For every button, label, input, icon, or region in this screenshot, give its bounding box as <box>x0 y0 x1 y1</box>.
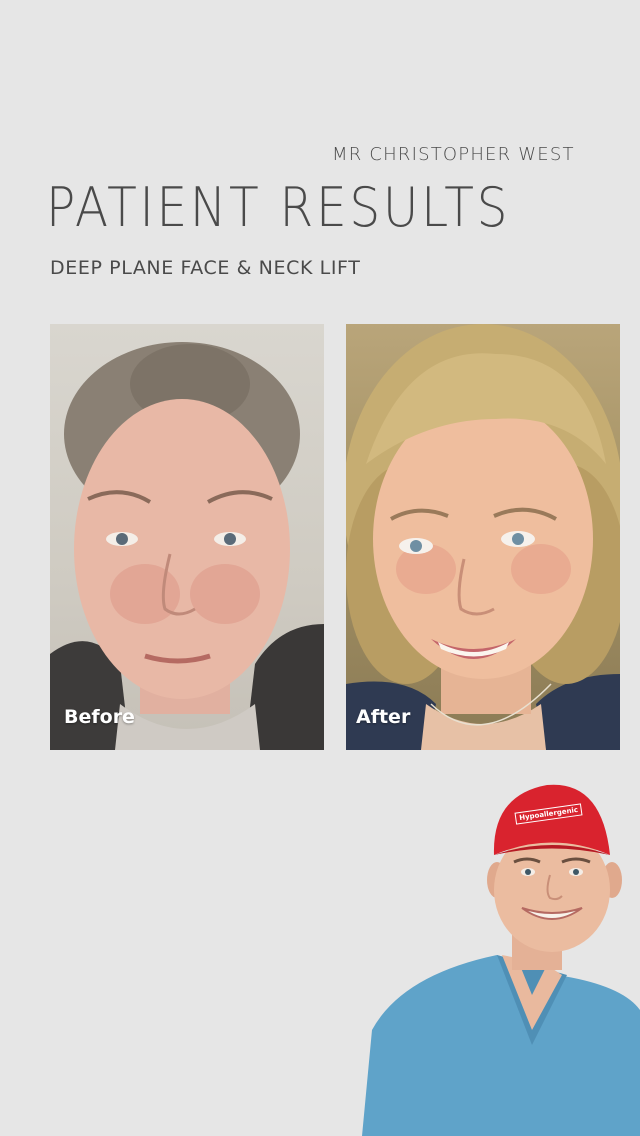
before-face-illustration <box>50 342 324 750</box>
before-label: Before <box>64 706 135 728</box>
page-title: PATIENT RESULTS <box>46 176 511 239</box>
brand-name: MR CHRISTOPHER WEST <box>332 144 575 165</box>
after-photo: After <box>346 324 620 750</box>
after-label: After <box>356 706 411 728</box>
page-subtitle: DEEP PLANE FACE & NECK LIFT <box>50 257 361 279</box>
after-face-illustration <box>346 324 620 750</box>
before-photo: Before <box>50 324 324 750</box>
surgeon-portrait: Hypoallergenic <box>362 780 640 1136</box>
surgeon-illustration <box>362 784 640 1136</box>
